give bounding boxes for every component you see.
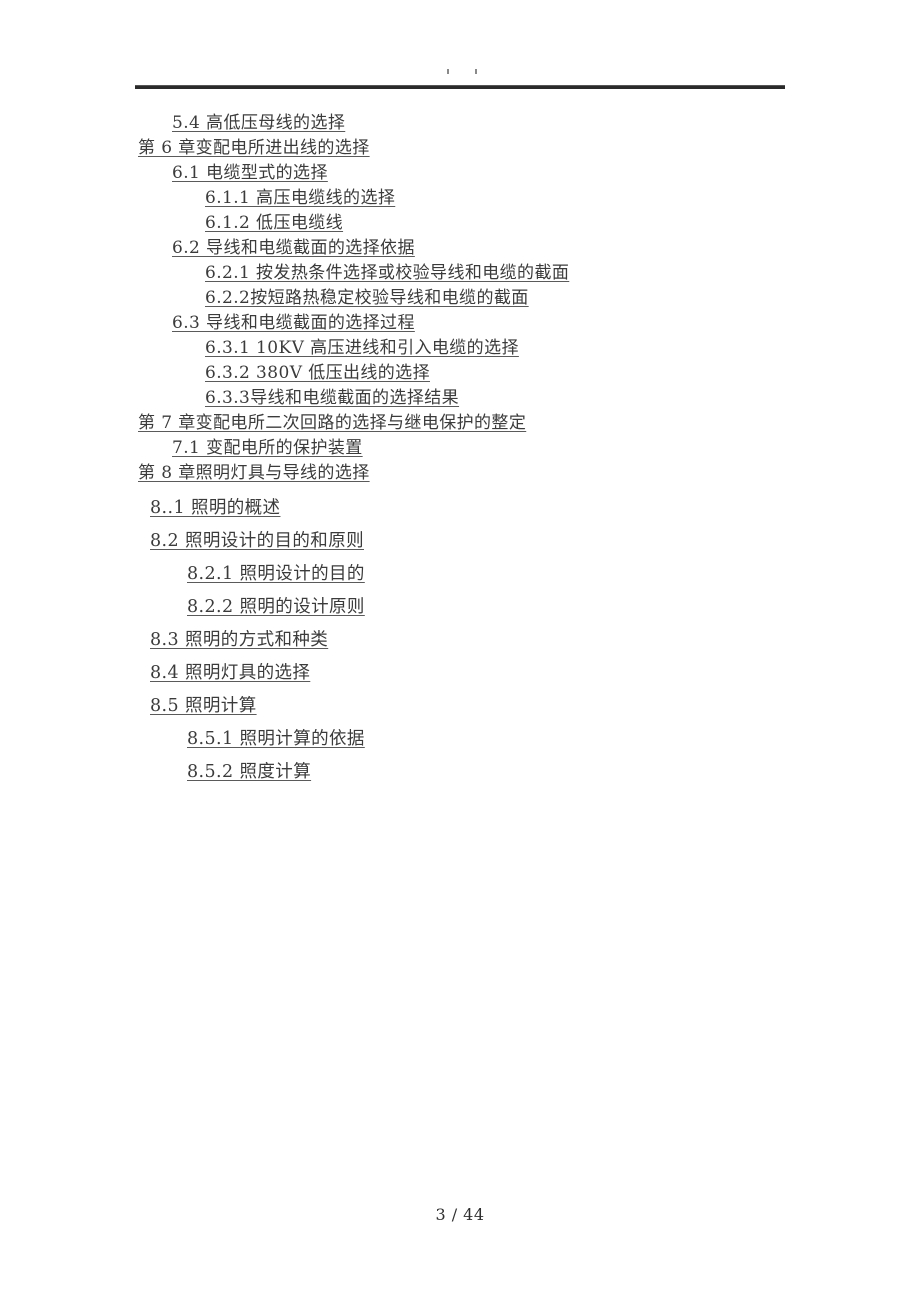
toc-entry[interactable]: 6.2 导线和电缆截面的选择依据 <box>172 240 415 257</box>
toc-entry[interactable]: 8.3 照明的方式和种类 <box>150 631 328 650</box>
header-mark-icon <box>475 69 477 74</box>
header-mark-icon <box>447 69 449 74</box>
footer-page-number: 3 / 44 <box>435 1205 485 1224</box>
toc-entry[interactable]: 5.4 高低压母线的选择 <box>172 115 345 132</box>
toc-entry[interactable]: 6.1.1 高压电缆线的选择 <box>205 190 395 207</box>
toc-entry[interactable]: 第 8 章照明灯具与导线的选择 <box>138 465 370 482</box>
toc-entry[interactable]: 6.1 电缆型式的选择 <box>172 165 328 182</box>
toc-entry[interactable]: 8.5.2 照度计算 <box>187 763 311 782</box>
toc-entry[interactable]: 8.4 照明灯具的选择 <box>150 664 310 683</box>
toc-entry[interactable]: 6.3.2 380V 低压出线的选择 <box>205 365 430 382</box>
toc-entry[interactable]: 6.3.3导线和电缆截面的选择结果 <box>205 390 459 407</box>
document-page: 5.4 高低压母线的选择第 6 章变配电所进出线的选择 6.1 电缆型式的选择 6.… <box>0 0 920 1302</box>
toc-entry[interactable]: 8..1 照明的概述 <box>150 499 280 518</box>
toc-entry[interactable]: 8.2.1 照明设计的目的 <box>187 565 365 584</box>
toc-entry[interactable]: 6.3.1 10KV 高压进线和引入电缆的选择 <box>205 340 519 357</box>
toc-entry[interactable]: 6.2.1 按发热条件选择或校验导线和电缆的截面 <box>205 265 569 282</box>
toc-entry[interactable]: 8.5 照明计算 <box>150 697 257 716</box>
toc-entry[interactable]: 6.1.2 低压电缆线 <box>205 215 343 232</box>
toc-entry[interactable]: 7.1 变配电所的保护装置 <box>172 440 363 457</box>
header-faint-marks <box>440 64 560 78</box>
toc-entry[interactable]: 8.2 照明设计的目的和原则 <box>150 532 364 551</box>
toc-entry[interactable]: 第 7 章变配电所二次回路的选择与继电保护的整定 <box>138 415 526 432</box>
toc-entry[interactable]: 8.2.2 照明的设计原则 <box>187 598 365 617</box>
toc-entry[interactable]: 6.3 导线和电缆截面的选择过程 <box>172 315 415 332</box>
toc-entry[interactable]: 6.2.2按短路热稳定校验导线和电缆的截面 <box>205 290 529 307</box>
toc-entry[interactable]: 第 6 章变配电所进出线的选择 <box>138 140 370 157</box>
header-rule <box>135 85 785 89</box>
toc-entry[interactable]: 8.5.1 照明计算的依据 <box>187 730 365 749</box>
